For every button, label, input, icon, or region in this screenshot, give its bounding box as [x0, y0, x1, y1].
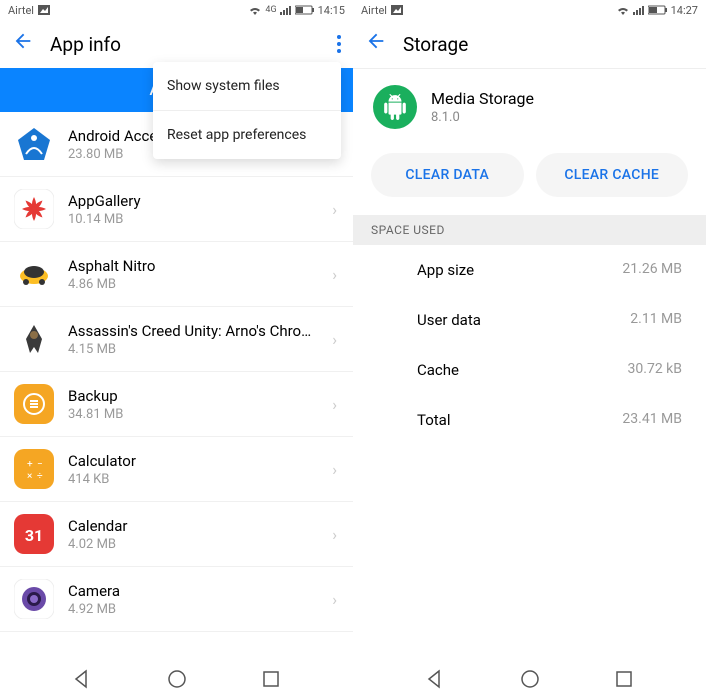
wifi-icon	[248, 5, 262, 15]
svg-text:+: +	[27, 459, 33, 470]
storage-row: User data 2.11 MB	[353, 295, 706, 345]
app-icon	[14, 189, 54, 229]
app-size-label: 4.92 MB	[68, 602, 318, 617]
menu-item-reset-app-preferences[interactable]: Reset app preferences	[153, 110, 341, 159]
app-name-label: Asphalt Nitro	[68, 257, 318, 275]
nav-back-button[interactable]	[70, 667, 94, 691]
storage-row-value: 2.11 MB	[630, 311, 682, 329]
svg-text:×: ×	[27, 471, 32, 482]
app-name-label: Assassin's Creed Unity: Arno's Chroni..	[68, 322, 318, 340]
storage-row-value: 21.26 MB	[622, 261, 682, 279]
app-icon	[14, 384, 54, 424]
status-bar: Airtel 14:27	[353, 0, 706, 20]
app-icon	[14, 319, 54, 359]
nav-back-button[interactable]	[423, 667, 447, 691]
picture-icon	[391, 5, 403, 15]
app-row[interactable]: Camera 4.92 MB ›	[0, 567, 353, 632]
storage-row: App size 21.26 MB	[353, 245, 706, 295]
menu-item-show-system-files[interactable]: Show system files	[153, 62, 341, 110]
overflow-menu-button[interactable]	[337, 35, 341, 53]
nav-home-button[interactable]	[518, 667, 542, 691]
app-header: Media Storage 8.1.0	[353, 69, 706, 149]
storage-row-value: 23.41 MB	[622, 411, 682, 429]
storage-row-label: Total	[417, 411, 451, 429]
nav-recents-button[interactable]	[259, 667, 283, 691]
back-arrow-icon[interactable]	[365, 30, 387, 58]
app-icon	[14, 254, 54, 294]
signal-bars-icon	[280, 5, 292, 15]
app-row[interactable]: +−× ÷ Calculator 414 KB ›	[0, 437, 353, 502]
app-icon: +−× ÷	[14, 449, 54, 489]
battery-icon	[648, 5, 668, 15]
app-row[interactable]: 31 Calendar 4.02 MB ›	[0, 502, 353, 567]
app-name-label: Backup	[68, 387, 318, 405]
nav-home-button[interactable]	[165, 667, 189, 691]
svg-text:−: −	[37, 459, 43, 470]
wifi-icon	[616, 5, 630, 15]
app-name-label: Camera	[68, 582, 318, 600]
chevron-right-icon: ›	[332, 395, 337, 414]
picture-icon	[38, 5, 50, 15]
storage-row-label: Cache	[417, 361, 459, 379]
app-size-label: 10.14 MB	[68, 212, 318, 227]
svg-text:÷: ÷	[37, 471, 43, 482]
left-screen: Airtel 4G 14:15 App info All apps Show s…	[0, 0, 353, 700]
battery-icon	[295, 5, 315, 15]
app-row[interactable]: Backup 34.81 MB ›	[0, 372, 353, 437]
storage-row: Total 23.41 MB	[353, 395, 706, 445]
app-list[interactable]: Android Acce...23.80 MB›AppGallery10.14 …	[0, 112, 353, 700]
storage-row-value: 30.72 kB	[628, 361, 682, 379]
chevron-right-icon: ›	[332, 590, 337, 609]
app-size-label: 4.15 MB	[68, 342, 318, 357]
carrier-label: Airtel	[361, 4, 387, 17]
chevron-right-icon: ›	[332, 200, 337, 219]
chevron-right-icon: ›	[332, 265, 337, 284]
app-size-label: 4.02 MB	[68, 537, 318, 552]
header: Storage	[353, 20, 706, 68]
svg-text:31: 31	[25, 526, 43, 545]
storage-row: Cache 30.72 kB	[353, 345, 706, 395]
signal-bars-icon	[633, 5, 645, 15]
time-label: 14:27	[671, 4, 698, 17]
chevron-right-icon: ›	[332, 460, 337, 479]
app-name-label: AppGallery	[68, 192, 318, 210]
app-icon: 31	[14, 514, 54, 554]
chevron-right-icon: ›	[332, 525, 337, 544]
page-title: App info	[50, 33, 321, 56]
app-row[interactable]: Asphalt Nitro 4.86 MB ›	[0, 242, 353, 307]
carrier-label: Airtel	[8, 4, 34, 17]
app-row[interactable]: Assassin's Creed Unity: Arno's Chroni.. 4…	[0, 307, 353, 372]
app-name-label: Calculator	[68, 452, 318, 470]
app-icon	[14, 124, 54, 164]
status-bar: Airtel 4G 14:15	[0, 0, 353, 20]
app-size-label: 34.81 MB	[68, 407, 318, 422]
storage-row-label: User data	[417, 311, 481, 329]
app-version: 8.1.0	[431, 110, 534, 125]
nav-recents-button[interactable]	[612, 667, 636, 691]
right-screen: Airtel 14:27 Storage Media Storage 8.1.0…	[353, 0, 706, 700]
clear-cache-button[interactable]: CLEAR CACHE	[536, 153, 689, 197]
header: App info	[0, 20, 353, 68]
page-title: Storage	[403, 33, 694, 56]
overflow-menu-popup: Show system files Reset app preferences	[153, 62, 341, 159]
app-name: Media Storage	[431, 89, 534, 108]
nav-bar	[0, 658, 353, 700]
app-size-label: 4.86 MB	[68, 277, 318, 292]
app-name-label: Calendar	[68, 517, 318, 535]
chevron-right-icon: ›	[332, 330, 337, 349]
section-header-space-used: SPACE USED	[353, 215, 706, 245]
nav-bar	[353, 658, 706, 700]
storage-row-label: App size	[417, 261, 474, 279]
app-size-label: 414 KB	[68, 472, 318, 487]
action-row: CLEAR DATA CLEAR CACHE	[353, 149, 706, 215]
time-label: 14:15	[318, 4, 345, 17]
app-row[interactable]: AppGallery 10.14 MB ›	[0, 177, 353, 242]
back-arrow-icon[interactable]	[12, 30, 34, 58]
app-icon	[14, 579, 54, 619]
clear-data-button[interactable]: CLEAR DATA	[371, 153, 524, 197]
signal-icon: 4G	[265, 5, 276, 15]
android-icon	[373, 85, 417, 129]
